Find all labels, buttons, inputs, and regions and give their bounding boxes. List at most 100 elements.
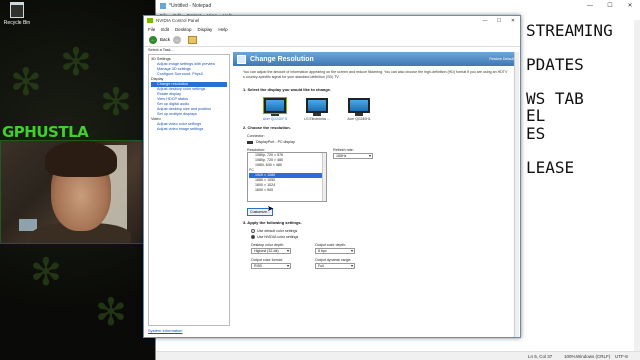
- menu-desktop[interactable]: Desktop: [175, 27, 192, 32]
- text-line: [526, 39, 640, 56]
- desktop-color-depth-dropdown[interactable]: Highest (32-bit): [251, 248, 291, 254]
- cannabis-leaf-decoration: ✻: [30, 252, 62, 294]
- nvidia-title-bar[interactable]: NVIDIA Control Panel — ☐ ✕: [144, 16, 520, 25]
- menu-display[interactable]: Display: [198, 27, 213, 32]
- display-name: Acer QG240HL: [347, 117, 371, 121]
- output-dynamic-range-field: Output dynamic range: Full: [315, 258, 379, 269]
- resolution-option[interactable]: 1600 × 900: [249, 188, 326, 193]
- page-description: You can adjust the amount of information…: [243, 70, 508, 79]
- notepad-scrollbar[interactable]: [634, 20, 640, 351]
- nvidia-toolbar: ← Back →: [144, 33, 520, 47]
- status-encoding: UTF-8: [615, 353, 628, 359]
- nvidia-window-title: NVIDIA Control Panel: [156, 18, 200, 23]
- recycle-bin-label: Recycle Bin: [3, 20, 31, 26]
- minimize-icon[interactable]: —: [580, 3, 600, 9]
- radio-label: Use NVIDIA color settings: [257, 235, 299, 239]
- maximize-icon[interactable]: ☐: [600, 2, 620, 9]
- change-resolution-page: Change Resolution Restore Defaults You c…: [233, 52, 519, 337]
- desktop-color-depth-field: Desktop color depth: Highest (32-bit): [251, 243, 315, 254]
- task-panel: Select a Task... 3D Settings Adjust imag…: [148, 48, 230, 336]
- streamer-name-overlay: GPHUSTLA: [2, 123, 89, 141]
- monitor-icon: [263, 97, 287, 114]
- text-line: STREAMING: [526, 21, 613, 40]
- text-line: PDATES: [526, 55, 584, 75]
- radio-label: Use default color settings: [257, 229, 298, 233]
- display-option-2[interactable]: LG Electronics ...: [303, 98, 331, 121]
- resolution-row: Resolution: 1080p, 720 × 576 1080p, 720 …: [233, 148, 519, 202]
- display-settings-icon: [237, 54, 246, 64]
- status-line-ending: Windows (CRLF): [576, 353, 611, 359]
- notepad-text-area[interactable]: STREAMING PDATES WS TAB EL ES LEASE: [526, 22, 640, 176]
- home-icon[interactable]: [188, 35, 198, 44]
- maximize-icon[interactable]: ☐: [492, 18, 506, 24]
- notepad-icon: [160, 2, 166, 9]
- connector-row: DisplayPort - PC display: [247, 140, 519, 144]
- radio-selected-icon: [251, 235, 255, 239]
- text-line: EL: [526, 106, 546, 126]
- cannabis-leaf-decoration: ✻: [60, 42, 92, 84]
- menu-file[interactable]: File: [148, 27, 155, 32]
- step-3-heading: 3. Apply the following settings.: [243, 220, 302, 225]
- notepad-title-bar[interactable]: *Untitled - Notepad — ☐ ✕: [156, 0, 640, 11]
- radio-nvidia-color[interactable]: Use NVIDIA color settings: [251, 235, 519, 239]
- nvidia-logo-icon: [147, 18, 153, 23]
- refresh-rate-label: Refresh rate:: [333, 148, 354, 152]
- nvidia-control-panel-window[interactable]: NVIDIA Control Panel — ☐ ✕ File Edit Des…: [143, 15, 521, 338]
- task-tree[interactable]: 3D Settings Adjust image settings with p…: [148, 54, 230, 326]
- page-scrollbar[interactable]: [514, 52, 519, 337]
- menu-edit[interactable]: Edit: [161, 27, 169, 32]
- output-dynamic-range-dropdown[interactable]: Full: [315, 263, 355, 269]
- resolution-list-scrollbar[interactable]: [322, 153, 326, 201]
- page-title: Change Resolution: [250, 55, 314, 63]
- display-name: Acer QG240Y S: [262, 117, 288, 121]
- recycle-bin-icon: [10, 2, 24, 18]
- connector-info: Connector: DisplayPort - PC display: [233, 134, 519, 144]
- recycle-bin[interactable]: Recycle Bin: [2, 2, 32, 26]
- connector-label: Connector:: [247, 134, 265, 138]
- text-line: WS TAB: [526, 89, 584, 109]
- tree-item[interactable]: Adjust video image settings: [151, 127, 227, 132]
- color-settings-options: Use default color settings Use NVIDIA co…: [233, 229, 519, 239]
- monitor-icon: [306, 98, 328, 113]
- close-icon[interactable]: ✕: [620, 2, 640, 9]
- field-label: Output dynamic range:: [315, 258, 352, 262]
- forward-arrow-icon[interactable]: →: [173, 35, 182, 44]
- resolution-list[interactable]: 1080p, 720 × 576 1080p, 720 × 480 1080i,…: [247, 152, 327, 202]
- output-color-depth-dropdown[interactable]: 8 bpc: [315, 248, 355, 254]
- radio-icon: [251, 229, 255, 233]
- display-name: LG Electronics ...: [304, 117, 330, 121]
- display-option-3[interactable]: Acer QG240HL: [345, 98, 373, 121]
- system-information-link[interactable]: System Information: [148, 328, 182, 333]
- monitor-icon: [348, 98, 370, 113]
- restore-defaults-link[interactable]: Restore Defaults: [489, 57, 516, 61]
- refresh-rate-section: Refresh rate: 165Hz: [333, 148, 373, 202]
- back-arrow-icon[interactable]: ←: [149, 35, 157, 44]
- back-button-label[interactable]: Back: [160, 37, 170, 42]
- notepad-title: *Untitled - Notepad: [169, 2, 212, 9]
- displayport-icon: [247, 140, 253, 144]
- resolution-section: Resolution: 1080p, 720 × 576 1080p, 720 …: [247, 148, 327, 202]
- output-color-format-dropdown[interactable]: RGB: [251, 263, 291, 269]
- text-line: [526, 142, 640, 159]
- radio-default-color[interactable]: Use default color settings: [251, 229, 519, 233]
- display-option-1[interactable]: Acer QG240Y S: [261, 97, 289, 121]
- step-2-heading: 2. Choose the resolution.: [243, 125, 291, 130]
- task-panel-label: Select a Task...: [148, 48, 174, 52]
- text-line: LEASE: [526, 157, 575, 177]
- cannabis-leaf-decoration: ✻: [95, 292, 127, 334]
- field-label: Output color depth:: [315, 243, 346, 247]
- refresh-rate-dropdown[interactable]: 165Hz: [333, 153, 373, 159]
- field-label: Desktop color depth:: [251, 243, 284, 247]
- color-settings-grid: Desktop color depth: Highest (32-bit) Ou…: [233, 243, 519, 269]
- minimize-icon[interactable]: —: [478, 18, 492, 24]
- cannabis-leaf-decoration: ✻: [100, 82, 132, 124]
- text-line: [526, 73, 640, 90]
- notepad-status-bar: Ln 5, Col 37 100% Windows (CRLF) UTF-8: [156, 351, 640, 360]
- menu-help[interactable]: Help: [218, 27, 227, 32]
- close-icon[interactable]: ✕: [506, 18, 520, 24]
- step-1-heading: 1. Select the display you would like to …: [243, 87, 332, 92]
- connector-value: DisplayPort - PC display: [256, 140, 295, 144]
- text-line: ES: [526, 123, 546, 143]
- output-color-format-field: Output color format: RGB: [251, 258, 315, 269]
- nvidia-menu-bar: File Edit Desktop Display Help: [144, 25, 520, 33]
